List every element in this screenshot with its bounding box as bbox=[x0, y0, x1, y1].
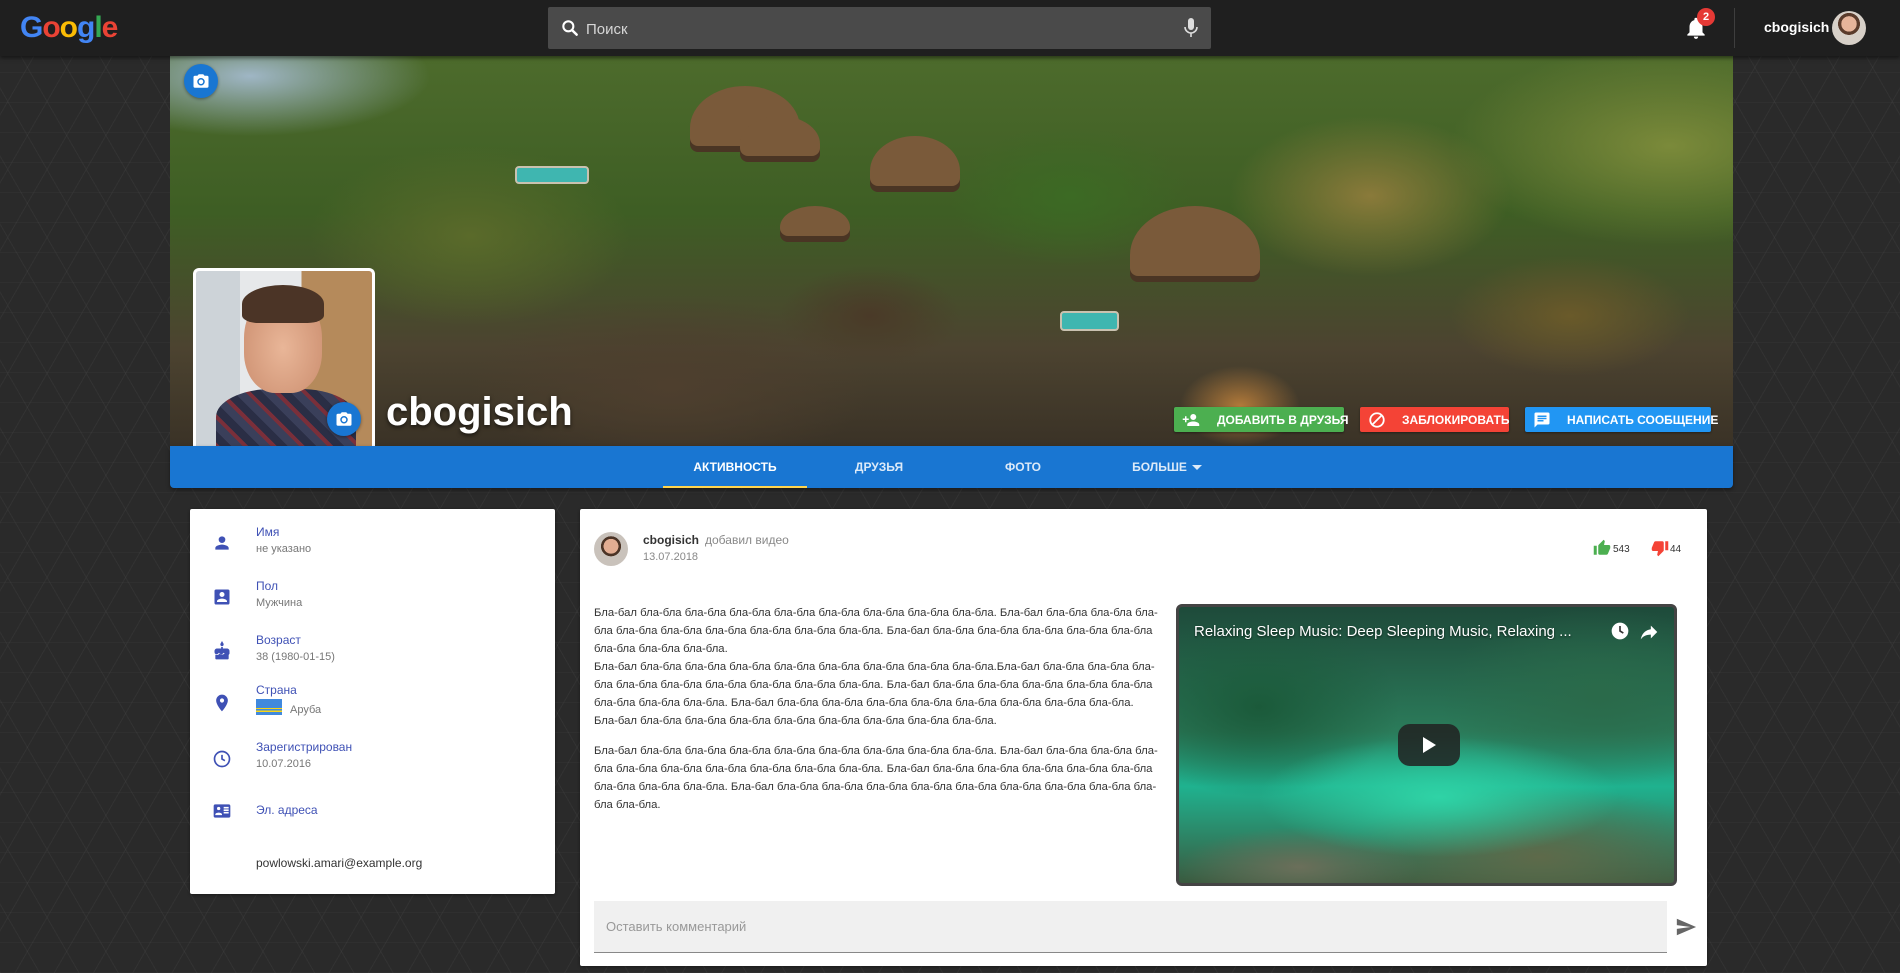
logo-letter: o bbox=[59, 11, 78, 44]
info-label: Имя bbox=[256, 525, 280, 539]
change-avatar-camera-button[interactable] bbox=[327, 402, 361, 436]
watch-later-icon[interactable] bbox=[1610, 621, 1630, 641]
notifications-badge: 2 bbox=[1697, 8, 1715, 26]
info-label: Возраст bbox=[256, 633, 301, 647]
camera-icon bbox=[336, 412, 352, 426]
info-value: 38 (1980-01-15) bbox=[256, 651, 335, 663]
header-username[interactable]: cbogisich bbox=[1764, 19, 1829, 35]
send-message-button[interactable]: НАПИСАТЬ СООБЩЕНИЕ bbox=[1525, 407, 1718, 432]
post-author-avatar[interactable] bbox=[594, 532, 628, 566]
profile-tabs: АКТИВНОСТЬ ДРУЗЬЯ ФОТО БОЛЬШЕ bbox=[170, 446, 1733, 488]
info-value: не указано bbox=[256, 543, 312, 555]
post-author[interactable]: cbogisich bbox=[643, 533, 699, 547]
profile-name: cbogisich bbox=[386, 390, 573, 434]
play-button[interactable] bbox=[1398, 724, 1460, 766]
logo-letter: o bbox=[42, 11, 60, 44]
person-add-icon bbox=[1182, 414, 1200, 426]
dislike-count: 44 bbox=[1670, 544, 1682, 555]
post-paragraph: Бла-бал бла-бла бла-бла бла-бла бла-бла … bbox=[594, 604, 1159, 730]
search-bar bbox=[548, 7, 1211, 51]
location-pin-icon bbox=[216, 694, 228, 712]
thumbs-down-icon bbox=[1651, 541, 1669, 557]
cover-scenery bbox=[780, 206, 850, 236]
logo-letter: e bbox=[101, 11, 119, 44]
video-player[interactable]: Relaxing Sleep Music: Deep Sleeping Musi… bbox=[1176, 604, 1677, 886]
top-bar: Google 2 cbogisich bbox=[0, 0, 1900, 56]
search-icon[interactable] bbox=[560, 18, 580, 38]
message-icon bbox=[1534, 412, 1550, 428]
cover-scenery bbox=[870, 136, 960, 186]
camera-icon bbox=[193, 74, 209, 88]
post-body: Бла-бал бла-бла бла-бла бла-бла бла-бла … bbox=[594, 604, 1159, 826]
thumbs-up-icon bbox=[1593, 539, 1611, 555]
send-icon[interactable] bbox=[1675, 916, 1697, 938]
add-friend-button[interactable]: ДОБАВИТЬ В ДРУЗЬЯ bbox=[1174, 407, 1348, 432]
comment-input[interactable] bbox=[594, 901, 1667, 951]
post-action: добавил видео bbox=[705, 533, 789, 547]
info-label: Пол bbox=[256, 579, 279, 593]
share-icon[interactable] bbox=[1638, 621, 1660, 643]
cover-scenery bbox=[1130, 206, 1260, 276]
tab-label: ДРУЗЬЯ bbox=[854, 460, 904, 474]
tab-more[interactable]: БОЛЬШЕ bbox=[1095, 446, 1239, 488]
info-value: 10.07.2016 bbox=[256, 758, 312, 770]
block-icon bbox=[1369, 412, 1385, 428]
change-cover-camera-button[interactable] bbox=[184, 64, 218, 98]
logo-letter: G bbox=[20, 11, 43, 44]
block-button[interactable]: ЗАБЛОКИРОВАТЬ bbox=[1360, 407, 1509, 432]
profile-info-card: Имя не указано Пол Мужчина Возраст 38 (1… bbox=[190, 509, 555, 894]
search-input[interactable] bbox=[584, 7, 1168, 51]
comment-box bbox=[594, 901, 1667, 953]
logo-letter: l bbox=[94, 11, 102, 44]
block-label: ЗАБЛОКИРОВАТЬ bbox=[1402, 413, 1510, 427]
like-button[interactable]: 543 bbox=[1593, 539, 1633, 559]
photo-detail bbox=[242, 285, 324, 323]
video-title[interactable]: Relaxing Sleep Music: Deep Sleeping Musi… bbox=[1194, 623, 1594, 640]
tab-friends[interactable]: ДРУЗЬЯ bbox=[807, 446, 951, 488]
dropdown-caret-icon bbox=[1191, 465, 1202, 471]
post-paragraph-text: Бла-бал бла-бла бла-бла бла-бла бла-бла … bbox=[594, 607, 1158, 655]
tab-activity[interactable]: АКТИВНОСТЬ bbox=[663, 446, 807, 488]
contact-card-icon bbox=[213, 804, 231, 818]
info-label: Зарегистрирован bbox=[256, 740, 353, 754]
logo-letter: g bbox=[77, 11, 95, 44]
activity-post: cbogisich добавил видео 13.07.2018 543 4… bbox=[580, 509, 1707, 966]
google-logo[interactable]: Google bbox=[20, 11, 119, 45]
info-label: Страна bbox=[256, 683, 297, 697]
tab-label: ФОТО bbox=[1005, 460, 1041, 474]
account-box-icon bbox=[214, 589, 230, 605]
tab-photos[interactable]: ФОТО bbox=[951, 446, 1095, 488]
add-friend-label: ДОБАВИТЬ В ДРУЗЬЯ bbox=[1217, 413, 1349, 427]
info-value: Аруба bbox=[290, 704, 322, 716]
header-divider bbox=[1734, 8, 1735, 48]
tab-label: АКТИВНОСТЬ bbox=[693, 460, 777, 474]
cake-icon bbox=[214, 641, 230, 660]
cover-photo bbox=[170, 56, 1733, 446]
cover-scenery bbox=[515, 166, 589, 184]
play-icon bbox=[1423, 737, 1436, 753]
tab-label: БОЛЬШЕ bbox=[1132, 460, 1187, 474]
post-date: 13.07.2018 bbox=[643, 551, 699, 563]
info-value: Мужчина bbox=[256, 597, 303, 609]
like-count: 543 bbox=[1613, 544, 1630, 555]
info-label: Эл. адреса bbox=[256, 803, 318, 817]
microphone-icon[interactable] bbox=[1183, 17, 1199, 39]
user-avatar[interactable] bbox=[1832, 11, 1866, 45]
cover-scenery bbox=[1060, 311, 1119, 331]
email-address[interactable]: powlowski.amari@example.org bbox=[256, 856, 422, 870]
clock-icon bbox=[213, 750, 231, 768]
person-icon bbox=[215, 536, 229, 550]
post-paragraph: Бла-бал бла-бла бла-бла бла-бла бла-бла … bbox=[594, 745, 1158, 811]
post-paragraph-text: Бла-бал бла-бла бла-бла бла-бла бла-бла … bbox=[594, 661, 1155, 727]
send-message-label: НАПИСАТЬ СООБЩЕНИЕ bbox=[1567, 413, 1719, 427]
dislike-button[interactable]: 44 bbox=[1651, 539, 1691, 559]
aruba-flag-icon bbox=[256, 699, 282, 715]
